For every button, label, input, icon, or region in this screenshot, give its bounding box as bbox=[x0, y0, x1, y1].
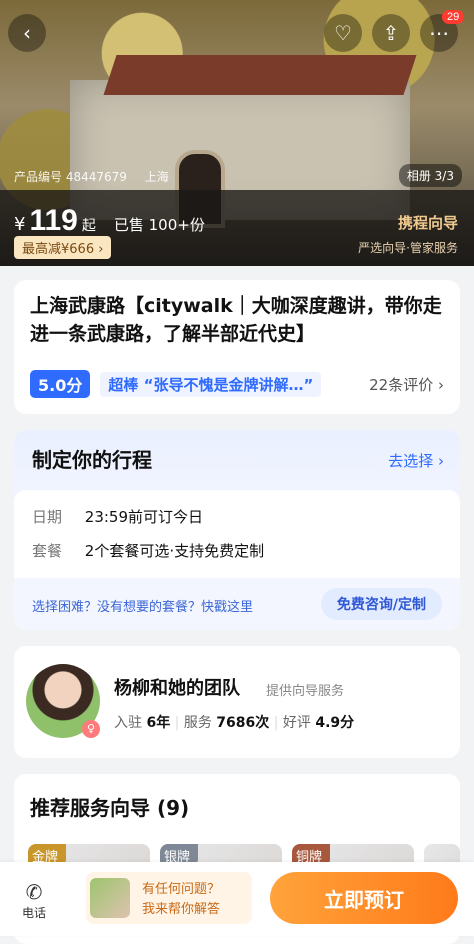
free-consult-button[interactable]: 免费咨询/定制 bbox=[320, 588, 442, 620]
itinerary-card: 制定你的行程 去选择 › 日期 23:59前可订今日 套餐 2个套餐可选·支持免… bbox=[14, 430, 460, 630]
served-value: 7686次 bbox=[216, 715, 270, 731]
package-value: 2个套餐可选·支持免费定制 bbox=[84, 542, 265, 560]
team-name: 杨柳和她的团队 bbox=[114, 678, 240, 699]
female-icon: ♀ bbox=[82, 720, 100, 738]
ask-line-1: 有任何问题？ bbox=[142, 882, 221, 897]
sold-count: 已售 100+份 bbox=[113, 216, 205, 234]
album-counter[interactable]: 相册 3/3 bbox=[398, 164, 462, 187]
help-text: 选择困难？没有想要的套餐？快戳这里 bbox=[32, 600, 254, 615]
team-service: 提供向导服务 bbox=[266, 684, 345, 699]
price-block: ¥ 119 起 已售 100+份 bbox=[14, 204, 205, 238]
ask-assistant-button[interactable]: 有任何问题？ 我来帮你解答 bbox=[86, 872, 252, 924]
product-city: 上海 bbox=[144, 170, 169, 184]
itinerary-title: 制定你的行程 bbox=[32, 448, 152, 472]
share-icon[interactable]: ⇪ bbox=[372, 14, 410, 52]
recommend-title: 推荐服务向导 (9) bbox=[30, 796, 190, 820]
product-id-line: 产品编号 48447679 上海 bbox=[14, 168, 169, 185]
assistant-avatar bbox=[90, 878, 130, 918]
date-row[interactable]: 日期 23:59前可订今日 bbox=[32, 506, 203, 527]
help-banner: 选择困难？没有想要的套餐？快戳这里 免费咨询/定制 bbox=[14, 578, 460, 630]
back-icon[interactable]: ‹ bbox=[8, 14, 46, 52]
bottom-action-bar: ✆ 电话 有任何问题？ 我来帮你解答 立即预订 bbox=[0, 862, 474, 936]
served-label: 服务 bbox=[183, 715, 212, 731]
price-value: 119 bbox=[29, 204, 78, 237]
date-value: 23:59前可订今日 bbox=[84, 508, 204, 526]
review-summary[interactable]: 5.0分 超棒 “张导不愧是金牌讲解…” bbox=[30, 370, 322, 398]
ask-line-2: 我来帮你解答 bbox=[142, 902, 221, 917]
avatar[interactable]: ♀ bbox=[26, 664, 100, 738]
discount-tag[interactable]: 最高减¥666 › bbox=[14, 236, 112, 259]
price-suffix: 起 bbox=[81, 218, 96, 234]
reviews-link[interactable]: 22条评价 › bbox=[369, 374, 444, 395]
score-badge: 5.0分 bbox=[30, 370, 91, 398]
package-row[interactable]: 套餐 2个套餐可选·支持免费定制 bbox=[32, 540, 264, 561]
guide-brand-sub: 严选向导·管家服务 bbox=[358, 241, 458, 255]
choose-link[interactable]: 去选择 › bbox=[388, 450, 444, 471]
book-now-button[interactable]: 立即预订 bbox=[270, 872, 458, 924]
phone-icon: ✆ bbox=[25, 880, 43, 904]
team-card[interactable]: ♀ 杨柳和她的团队 提供向导服务 入驻 6年 | 服务 7686次 | 好评 4… bbox=[14, 646, 460, 758]
hero-gallery[interactable]: ‹ ♡ ⇪ ⋯ 29 产品编号 48447679 上海 相册 3/3 ¥ 119… bbox=[0, 0, 474, 266]
favorite-icon[interactable]: ♡ bbox=[324, 14, 362, 52]
hero-roof bbox=[103, 55, 417, 95]
team-stats: 入驻 6年 | 服务 7686次 | 好评 4.9分 bbox=[114, 715, 355, 731]
rating-value: 4.9分 bbox=[315, 715, 355, 731]
rating-label: 好评 bbox=[282, 715, 311, 731]
package-label: 套餐 bbox=[32, 542, 63, 560]
product-id: 产品编号 48447679 bbox=[14, 170, 127, 184]
review-quote: 超棒 “张导不愧是金牌讲解…” bbox=[100, 371, 322, 397]
ctrip-guide-brand: 携程向导 严选向导·管家服务 bbox=[358, 212, 458, 256]
date-label: 日期 bbox=[32, 508, 63, 526]
itinerary-details: 日期 23:59前可订今日 套餐 2个套餐可选·支持免费定制 选择困难？没有想要… bbox=[14, 490, 460, 630]
years-label: 入驻 bbox=[114, 715, 142, 731]
product-title: 上海武康路【citywalk｜大咖深度趣讲，带你走进一条武康路，了解半部近代史】 bbox=[30, 295, 442, 345]
phone-label: 电话 bbox=[22, 906, 47, 920]
guide-brand-title: 携程向导 bbox=[397, 214, 458, 232]
years-value: 6年 bbox=[146, 715, 171, 731]
notification-badge: 29 bbox=[442, 10, 465, 24]
phone-button[interactable]: ✆ 电话 bbox=[22, 880, 46, 921]
product-card: 上海武康路【citywalk｜大咖深度趣讲，带你走进一条武康路，了解半部近代史】… bbox=[14, 280, 460, 414]
price-currency: ¥ bbox=[14, 214, 26, 235]
